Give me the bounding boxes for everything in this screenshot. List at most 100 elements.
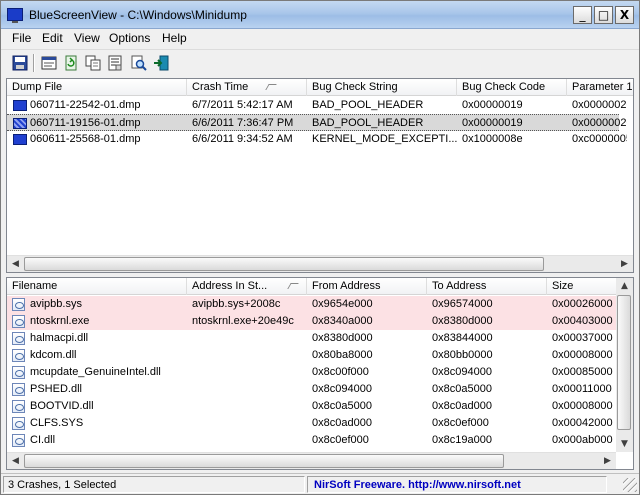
- column-address-in-stack-label: Address In St...: [192, 280, 268, 292]
- to-address: 0x83844000: [432, 332, 493, 344]
- driver-file-icon: [12, 400, 25, 413]
- driver-size: 0x000ab000: [552, 434, 613, 446]
- scroll-down-arrow-icon[interactable]: ▼: [616, 436, 633, 452]
- column-crash-time[interactable]: Crash Time: [187, 79, 307, 96]
- crash-row[interactable]: 060611-25568-01.dmp 6/6/2011 9:34:52 AM …: [7, 131, 627, 148]
- to-address: 0x80bb0000: [432, 349, 493, 361]
- driver-file-icon: [12, 332, 25, 345]
- driver-list-pane[interactable]: Filename Address In St... From Address T…: [6, 277, 634, 470]
- menu-file[interactable]: File: [12, 31, 31, 45]
- copy-button[interactable]: [83, 53, 103, 73]
- driver-size: 0x00085000: [552, 366, 613, 378]
- address-in-stack: ntoskrnl.exe+20e49c: [192, 315, 294, 327]
- driver-list-horizontal-scrollbar[interactable]: ◀ ▶: [7, 452, 616, 469]
- dump-file-name: 060711-19156-01.dmp: [30, 117, 141, 129]
- from-address: 0x80ba8000: [312, 349, 373, 361]
- from-address: 0x8c0ad000: [312, 417, 372, 429]
- from-address: 0x9654e000: [312, 298, 373, 310]
- status-nirsoft-link[interactable]: NirSoft Freeware. http://www.nirsoft.net: [307, 476, 607, 493]
- find-icon: [131, 55, 147, 71]
- menu-help[interactable]: Help: [162, 31, 187, 45]
- scroll-thumb[interactable]: [617, 295, 631, 430]
- dump-file-name: 060611-25568-01.dmp: [30, 133, 141, 145]
- driver-filename: mcupdate_GenuineIntel.dll: [30, 366, 161, 378]
- close-button[interactable]: X: [615, 6, 634, 24]
- driver-row-highlighted[interactable]: avipbb.sys avipbb.sys+2008c 0x9654e000 0…: [7, 296, 619, 313]
- driver-size: 0x00008000: [552, 400, 613, 412]
- crash-list-header: Dump File Crash Time Bug Check String Bu…: [7, 79, 633, 96]
- driver-file-icon: [12, 349, 25, 362]
- dump-file-name: 060711-22542-01.dmp: [30, 99, 141, 111]
- driver-filename: ntoskrnl.exe: [30, 315, 90, 327]
- driver-size: 0x00011000: [552, 383, 612, 395]
- address-in-stack: [187, 381, 307, 398]
- from-address: 0x8380d000: [312, 332, 373, 344]
- scroll-right-arrow-icon[interactable]: ▶: [616, 256, 633, 272]
- column-to-address[interactable]: To Address: [427, 278, 547, 295]
- driver-list-vertical-scrollbar[interactable]: ▲ ▼: [616, 278, 633, 452]
- refresh-button[interactable]: [61, 53, 81, 73]
- to-address: 0x8c094000: [432, 366, 492, 378]
- crash-list-horizontal-scrollbar[interactable]: ◀ ▶: [7, 255, 633, 272]
- bug-check-code: 0x00000019: [462, 99, 523, 111]
- save-button[interactable]: [10, 53, 30, 73]
- html-report-icon: [41, 56, 57, 70]
- resize-grip-icon[interactable]: [623, 478, 637, 492]
- find-button[interactable]: [129, 53, 149, 73]
- from-address: 0x8c0ef000: [312, 434, 369, 446]
- from-address: 0x8c00f000: [312, 366, 369, 378]
- scroll-thumb[interactable]: [24, 257, 544, 271]
- crash-row[interactable]: 060711-22542-01.dmp 6/7/2011 5:42:17 AM …: [7, 97, 627, 114]
- driver-filename: CLFS.SYS: [30, 417, 84, 429]
- driver-row[interactable]: CI.dll 0x8c0ef000 0x8c19a000 0x000ab000: [7, 432, 619, 449]
- scroll-thumb[interactable]: [24, 454, 504, 468]
- column-parameter-1[interactable]: Parameter 1: [567, 79, 633, 96]
- driver-row[interactable]: kdcom.dll 0x80ba8000 0x80bb0000 0x000080…: [7, 347, 619, 364]
- column-bug-check-string[interactable]: Bug Check String: [307, 79, 457, 96]
- minimize-button[interactable]: _: [573, 6, 592, 24]
- driver-row-highlighted[interactable]: ntoskrnl.exe ntoskrnl.exe+20e49c 0x8340a…: [7, 313, 619, 330]
- title-bar[interactable]: BlueScreenView - C:\Windows\Minidump _ □…: [1, 1, 639, 29]
- status-bar: 3 Crashes, 1 Selected NirSoft Freeware. …: [1, 473, 639, 494]
- menu-options[interactable]: Options: [109, 31, 150, 45]
- main-window: BlueScreenView - C:\Windows\Minidump _ □…: [0, 0, 640, 495]
- column-bug-check-code[interactable]: Bug Check Code: [457, 79, 567, 96]
- properties-button[interactable]: [105, 53, 125, 73]
- crash-row-selected[interactable]: 060711-19156-01.dmp 6/6/2011 7:36:47 PM …: [7, 114, 627, 131]
- toolbar: [1, 49, 639, 75]
- html-report-button[interactable]: [39, 53, 59, 73]
- column-crash-time-label: Crash Time: [192, 81, 249, 93]
- address-in-stack: [187, 330, 307, 347]
- driver-row[interactable]: halmacpi.dll 0x8380d000 0x83844000 0x000…: [7, 330, 619, 347]
- sort-arrow-icon: [287, 283, 299, 289]
- menu-bar: File Edit View Options Help: [1, 29, 639, 49]
- column-filename[interactable]: Filename: [7, 278, 187, 295]
- driver-filename: PSHED.dll: [30, 383, 82, 395]
- column-dump-file[interactable]: Dump File: [7, 79, 187, 96]
- address-in-stack: [187, 398, 307, 415]
- maximize-button[interactable]: □: [594, 6, 613, 24]
- driver-filename: BOOTVID.dll: [30, 400, 94, 412]
- column-address-in-stack[interactable]: Address In St...: [187, 278, 307, 295]
- status-crash-count: 3 Crashes, 1 Selected: [3, 476, 305, 493]
- crash-list-pane[interactable]: Dump File Crash Time Bug Check String Bu…: [6, 78, 634, 273]
- driver-size: 0x00042000: [552, 417, 613, 429]
- bug-check-string: KERNEL_MODE_EXCEPTI...: [312, 133, 457, 145]
- driver-file-icon: [12, 298, 25, 311]
- scroll-up-arrow-icon[interactable]: ▲: [616, 278, 633, 294]
- driver-row[interactable]: PSHED.dll 0x8c094000 0x8c0a5000 0x000110…: [7, 381, 619, 398]
- crash-time: 6/6/2011 9:34:52 AM: [192, 133, 293, 145]
- menu-view[interactable]: View: [74, 31, 100, 45]
- driver-row[interactable]: BOOTVID.dll 0x8c0a5000 0x8c0ad000 0x0000…: [7, 398, 619, 415]
- scroll-left-arrow-icon[interactable]: ◀: [7, 453, 24, 469]
- exit-button[interactable]: [151, 53, 171, 73]
- from-address: 0x8340a000: [312, 315, 373, 327]
- menu-edit[interactable]: Edit: [42, 31, 63, 45]
- driver-row[interactable]: CLFS.SYS 0x8c0ad000 0x8c0ef000 0x0004200…: [7, 415, 619, 432]
- driver-row[interactable]: mcupdate_GenuineIntel.dll 0x8c00f000 0x8…: [7, 364, 619, 381]
- driver-filename: avipbb.sys: [30, 298, 82, 310]
- column-from-address[interactable]: From Address: [307, 278, 427, 295]
- scroll-left-arrow-icon[interactable]: ◀: [7, 256, 24, 272]
- save-icon: [12, 55, 28, 71]
- scroll-right-arrow-icon[interactable]: ▶: [599, 453, 616, 469]
